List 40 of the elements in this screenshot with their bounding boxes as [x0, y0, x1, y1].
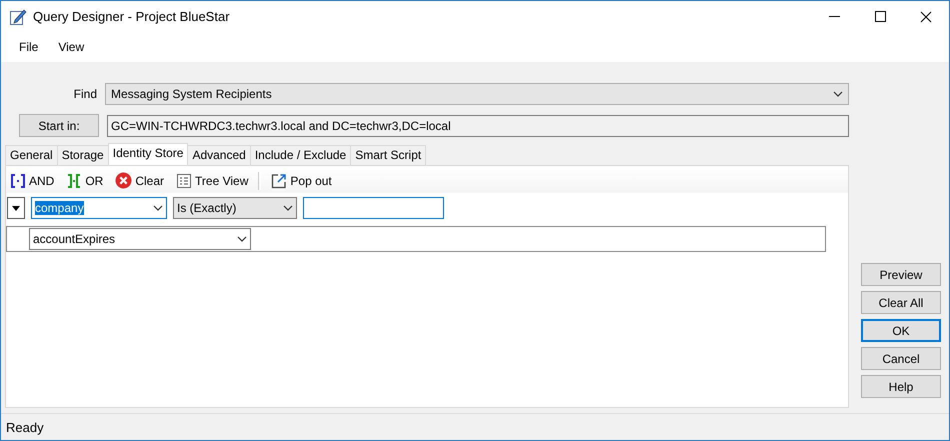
toolbar-button[interactable]: Tree View	[174, 172, 250, 188]
dialog-button[interactable]: Help	[861, 375, 941, 398]
chevron-down-icon	[283, 205, 293, 211]
tab[interactable]: Smart Script	[350, 145, 426, 165]
attribute-dropdown[interactable]: company	[31, 197, 167, 219]
window-title: Query Designer - Project BlueStar	[33, 9, 231, 24]
menu-item[interactable]: File	[11, 38, 46, 56]
toolbar-button[interactable]: AND	[8, 172, 56, 188]
operator-dropdown[interactable]: Is (Exactly)	[173, 197, 297, 219]
menu-item[interactable]: View	[50, 38, 92, 56]
expand-dropdown-button[interactable]	[7, 197, 25, 219]
chevron-down-icon	[237, 236, 247, 242]
bracket-icon	[66, 172, 82, 188]
popout-icon	[271, 172, 288, 188]
list-icon	[176, 172, 192, 188]
pencil-note-icon	[9, 8, 27, 26]
toolbar-button[interactable]: OR	[64, 172, 106, 188]
tab[interactable]: Identity Store	[108, 143, 188, 165]
chevron-down-icon	[153, 205, 163, 211]
start-in-button[interactable]: Start in:	[19, 114, 99, 137]
find-dropdown[interactable]: Messaging System Recipients	[105, 83, 849, 105]
bracket-icon	[10, 172, 26, 188]
minimize-icon	[828, 16, 840, 18]
dialog-button[interactable]: Cancel	[861, 347, 941, 370]
maximize-icon	[874, 11, 886, 22]
attribute-dropdown[interactable]: accountExpires	[29, 228, 251, 250]
toolbar-button[interactable]: Clear	[113, 172, 166, 189]
value-field[interactable]	[303, 197, 444, 219]
chevron-down-icon	[833, 91, 843, 97]
dialog-button[interactable]: OK	[861, 319, 941, 342]
toolbar-button[interactable]: Pop out	[269, 172, 334, 188]
dialog-button[interactable]: Clear All	[861, 291, 941, 314]
start-in-field[interactable]: GC=WIN-TCHWRDC3.techwr3.local and DC=techwr3,DC=local	[107, 114, 849, 136]
find-label: Find	[72, 87, 97, 101]
dialog-button[interactable]: Preview	[861, 263, 941, 286]
status-bar: Ready	[1, 413, 949, 440]
clear-icon	[115, 172, 132, 189]
tab[interactable]: General	[5, 145, 58, 165]
caret-down-icon	[12, 206, 20, 210]
close-icon	[920, 10, 932, 22]
